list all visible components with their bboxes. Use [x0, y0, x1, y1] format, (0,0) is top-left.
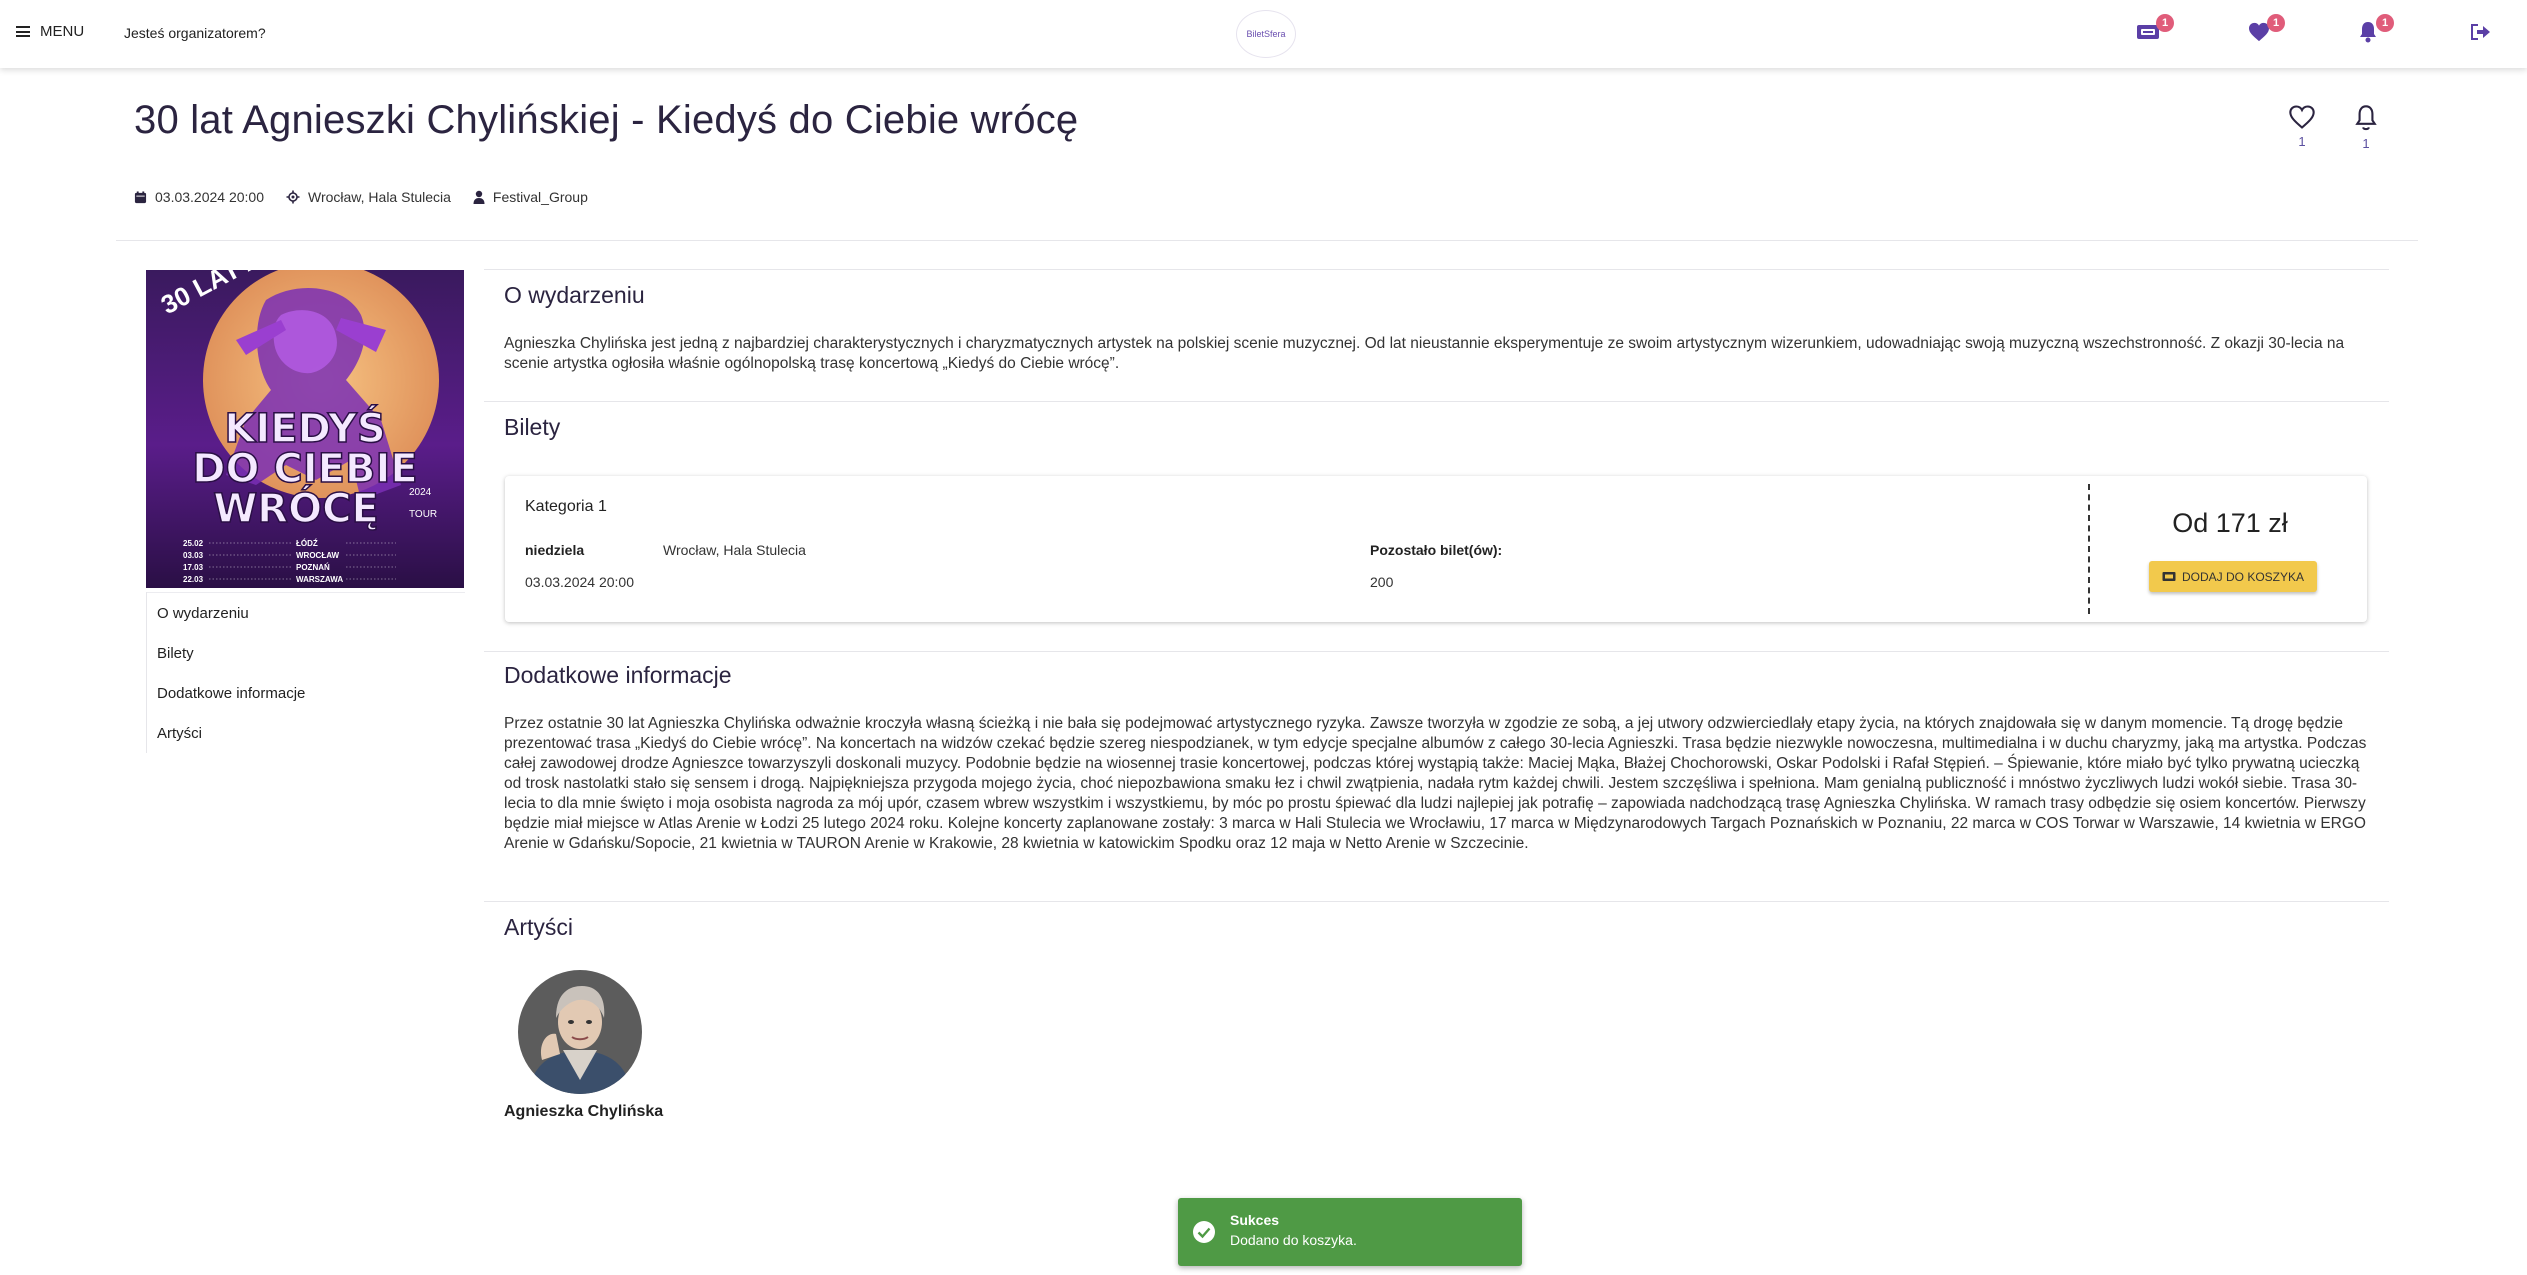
poster-date-4: 22.03	[183, 575, 204, 584]
header-divider	[116, 240, 2418, 241]
poster-title-line-1: KIEDYŚ	[224, 404, 385, 452]
tickets-title: Bilety	[504, 414, 561, 440]
add-to-cart-label: DODAJ DO KOSZYKA	[2181, 569, 2305, 584]
ticket-separator	[2088, 484, 2090, 614]
logo[interactable]: BiletSfera	[1236, 10, 1296, 58]
nav-item-artists[interactable]: Artyści	[147, 713, 465, 753]
poster-year: 2024	[409, 487, 432, 498]
artist-photo-image	[518, 970, 642, 1094]
ticket-icon	[2162, 572, 2176, 581]
menu-button[interactable]: MENU	[16, 23, 84, 40]
ticket-card: Kategoria 1 niedziela Wrocław, Hala Stul…	[505, 476, 2367, 622]
poster-city-1: ŁÓDŹ	[296, 539, 318, 548]
subscribe-event-button[interactable]: 1	[2346, 104, 2386, 151]
remaining-label: Pozostało bilet(ów):	[1370, 542, 1503, 558]
toast-title: Sukces	[1230, 1212, 1280, 1228]
location-icon	[286, 190, 300, 204]
top-navbar: MENU Jesteś organizatorem? BiletSfera 1 …	[0, 0, 2527, 68]
notifications-badge: 1	[2376, 14, 2394, 32]
artist-avatar[interactable]	[518, 970, 642, 1094]
about-text: Agnieszka Chylińska jest jedną z najbard…	[504, 335, 2345, 372]
logout-button[interactable]	[2466, 18, 2494, 46]
ticket-datetime: 03.03.2024 20:00	[525, 574, 634, 590]
event-organizer: Festival_Group	[473, 189, 588, 205]
hamburger-icon	[16, 26, 30, 37]
poster-city-3: POZNAŃ	[296, 563, 330, 572]
favorites-button[interactable]: 1	[2245, 14, 2285, 46]
section-divider	[484, 901, 2389, 902]
cart-button[interactable]: 1	[2134, 14, 2174, 46]
check-circle-icon	[1193, 1221, 1215, 1243]
logout-icon	[2471, 24, 2490, 40]
cart-badge: 1	[2156, 14, 2174, 32]
success-toast: Sukces Dodano do koszyka.	[1178, 1198, 1522, 1266]
like-event-button[interactable]: 1	[2282, 104, 2322, 149]
event-location: Wrocław, Hala Stulecia	[286, 189, 451, 205]
likes-count: 1	[2298, 134, 2306, 149]
ticket-day: niedziela	[525, 542, 585, 558]
poster-date-2: 03.03	[183, 551, 204, 560]
heart-outline-icon	[2289, 105, 2315, 129]
notifications-button[interactable]: 1	[2354, 14, 2394, 46]
calendar-icon	[134, 190, 147, 203]
ticket-category: Kategoria 1	[525, 498, 607, 515]
organizer-link[interactable]: Jesteś organizatorem?	[124, 25, 266, 41]
poster-city-2: WROCŁAW	[296, 551, 340, 560]
nav-item-about[interactable]: O wydarzeniu	[147, 592, 465, 633]
event-meta: 03.03.2024 20:00 Wrocław, Hala Stulecia …	[134, 189, 588, 205]
additional-title: Dodatkowe informacje	[504, 662, 732, 688]
section-nav: O wydarzeniu Bilety Dodatkowe informacje…	[146, 592, 465, 753]
section-divider	[484, 269, 2389, 270]
event-date: 03.03.2024 20:00	[134, 189, 264, 205]
event-poster: 30 LAT AGNIESZKI CHYLIŃSKIEJ KIEDYŚ DO C…	[146, 270, 464, 588]
ticket-price: Od 171 zł	[2172, 508, 2288, 538]
poster-city-4: WARSZAWA	[296, 575, 343, 584]
about-title: O wydarzeniu	[504, 282, 645, 308]
poster-image: 30 LAT AGNIESZKI CHYLIŃSKIEJ KIEDYŚ DO C…	[146, 270, 464, 588]
poster-tour: TOUR	[409, 509, 437, 520]
artist-name[interactable]: Agnieszka Chylińska	[504, 1103, 663, 1121]
nav-item-additional-info[interactable]: Dodatkowe informacje	[147, 673, 465, 713]
user-icon	[473, 190, 485, 204]
bell-outline-icon	[2355, 105, 2377, 131]
add-to-cart-button[interactable]: DODAJ DO KOSZYKA	[2149, 561, 2317, 592]
poster-date-3: 17.03	[183, 563, 204, 572]
poster-date-1: 25.02	[183, 539, 204, 548]
favorites-badge: 1	[2267, 14, 2285, 32]
logo-text: BiletSfera	[1246, 29, 1286, 39]
event-date-text: 03.03.2024 20:00	[155, 189, 264, 205]
artists-title: Artyści	[504, 914, 573, 940]
remaining-value: 200	[1370, 574, 1394, 590]
event-title: 30 lat Agnieszki Chylińskiej - Kiedyś do…	[134, 98, 1079, 142]
menu-label: MENU	[40, 23, 85, 40]
toast-message: Dodano do koszyka.	[1230, 1232, 1357, 1248]
poster-title-line-3: WRÓCĘ	[213, 484, 379, 532]
section-divider	[484, 651, 2389, 652]
additional-text: Przez ostatnie 30 lat Agnieszka Chylińsk…	[504, 715, 2367, 852]
section-divider	[484, 401, 2389, 402]
event-organizer-text: Festival_Group	[492, 189, 588, 205]
event-location-text: Wrocław, Hala Stulecia	[308, 189, 451, 205]
subscriptions-count: 1	[2362, 136, 2370, 151]
bell-icon	[2360, 22, 2376, 43]
ticket-venue: Wrocław, Hala Stulecia	[663, 542, 806, 558]
nav-item-tickets[interactable]: Bilety	[147, 633, 465, 673]
